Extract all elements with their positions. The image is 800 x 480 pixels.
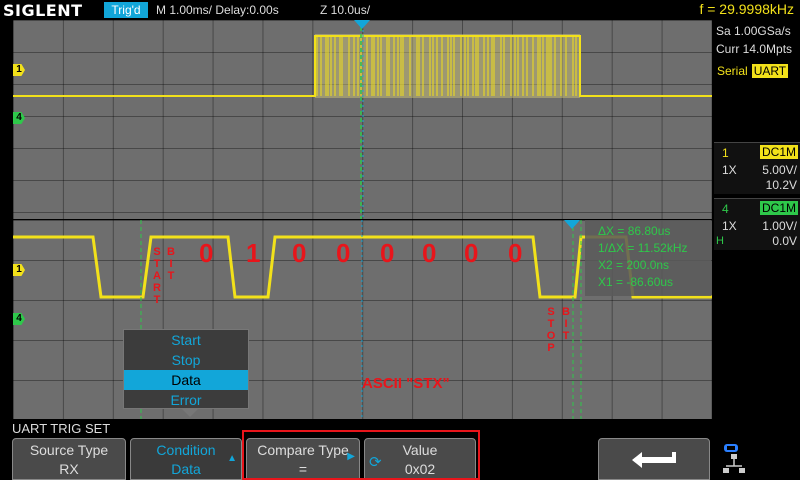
stop-bit-label: BIT	[562, 306, 570, 342]
condition-label: Condition	[156, 442, 216, 458]
cursor-inv-dx: 1/ΔX = 11.52kHz	[598, 241, 688, 255]
condition-option-error[interactable]: Error	[124, 390, 248, 410]
bit-value-2: 0	[292, 238, 307, 268]
ch1-settings[interactable]: 1 DC1M 1X 5.00V/ 10.2V	[714, 142, 800, 194]
back-button[interactable]	[598, 438, 710, 480]
ch1-coupling: DC1M	[759, 145, 798, 159]
ascii-annotation: ASCII "STX"	[362, 375, 450, 392]
ch1-number: 1	[722, 146, 729, 160]
bit-value-3: 0	[336, 238, 351, 268]
highlight-box	[242, 430, 480, 480]
trigger-status-badge: Trig'd	[104, 2, 148, 18]
network-icon	[723, 444, 745, 473]
ch4-probe: 1X	[722, 219, 737, 233]
ch4-coupling: DC1M	[759, 201, 798, 215]
chevron-up-icon: ▲	[227, 453, 237, 464]
ch1-probe: 1X	[722, 163, 737, 177]
condition-option-stop[interactable]: Stop	[124, 350, 248, 370]
overview-waveform-svg	[13, 20, 712, 219]
trigger-position-marker	[354, 20, 370, 29]
main-waveform-pane: 1 4	[13, 20, 712, 219]
ch1-volts-div: 5.00V/	[762, 163, 797, 177]
cursor-readout: ΔX = 86.80us 1/ΔX = 11.52kHz X2 = 200.0n…	[585, 220, 711, 296]
condition-option-data[interactable]: Data	[124, 370, 248, 390]
frequency-counter: f = 29.9998kHz	[699, 1, 794, 17]
decode-label: Serial	[717, 64, 748, 78]
status-bar: SIGLENT Trig'd M 1.00ms/ Delay:0.00s Z 1…	[0, 0, 800, 20]
cursor-x1-value: X1 = -86.60us	[598, 275, 674, 289]
memory-depth: Curr 14.0Mpts	[716, 42, 793, 56]
condition-button[interactable]: Condition Data ▲	[130, 438, 242, 480]
ch4-settings[interactable]: 4 DC1M 1X 1.00V/ H 0.0V	[714, 198, 800, 250]
condition-value: Data	[171, 461, 201, 477]
start-bit-label: BIT	[167, 246, 175, 282]
bit-value-0: 0	[199, 238, 214, 268]
brand-logo: SIGLENT	[3, 1, 83, 20]
sample-rate: Sa 1.00GSa/s	[716, 24, 791, 38]
ch4-offset: 0.0V	[772, 234, 797, 248]
popup-pointer	[182, 409, 198, 417]
condition-option-start[interactable]: Start	[124, 330, 248, 350]
timebase-readout: M 1.00ms/ Delay:0.00s	[156, 3, 279, 17]
bit-value-1: 1	[246, 238, 261, 268]
bit-value-5: 0	[422, 238, 437, 268]
cursor-dx: ΔX = 86.80us	[598, 224, 671, 238]
stop-label: STOP	[546, 306, 556, 354]
cursor-x2-value: X2 = 200.0ns	[598, 258, 670, 272]
bit-value-7: 0	[508, 238, 523, 268]
acquisition-info: Sa 1.00GSa/s Curr 14.0Mpts	[714, 22, 800, 58]
bit-value-6: 0	[464, 238, 479, 268]
ch4-number: 4	[722, 202, 729, 216]
decode-info: Serial UART	[714, 62, 800, 80]
bit-value-4: 0	[380, 238, 395, 268]
zoom-trigger-marker	[564, 220, 580, 229]
source-type-button[interactable]: Source Type RX	[12, 438, 126, 480]
ch4-extra-flag: H	[716, 235, 724, 247]
start-label: START	[153, 246, 161, 306]
decode-protocol-badge: UART	[751, 64, 789, 78]
source-type-label: Source Type	[29, 442, 109, 458]
return-arrow-icon	[632, 452, 676, 468]
ch1-offset: 10.2V	[765, 178, 797, 192]
condition-popup-menu: Start Stop Data Error	[123, 329, 249, 409]
ch4-volts-div: 1.00V/	[762, 219, 797, 233]
menu-title: UART TRIG SET	[12, 421, 111, 436]
zoom-timebase-readout: Z 10.0us/	[320, 3, 371, 17]
source-type-value: RX	[59, 461, 79, 477]
